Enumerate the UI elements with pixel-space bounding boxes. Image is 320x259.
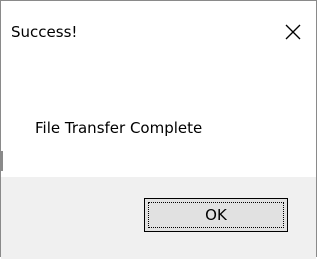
dialog-message: File Transfer Complete (35, 119, 203, 137)
focus-rectangle: OK (148, 202, 284, 228)
ok-button[interactable]: OK (144, 198, 288, 232)
window-edge (1, 151, 3, 171)
dialog-title: Success! (11, 23, 78, 41)
title-bar: Success! (1, 1, 316, 63)
close-icon (285, 24, 301, 40)
dialog-content: File Transfer Complete (1, 63, 316, 177)
ok-button-label: OK (205, 206, 227, 224)
button-area: OK (1, 177, 316, 259)
close-button[interactable] (270, 13, 316, 51)
message-dialog: Success! File Transfer Complete OK (0, 0, 317, 259)
